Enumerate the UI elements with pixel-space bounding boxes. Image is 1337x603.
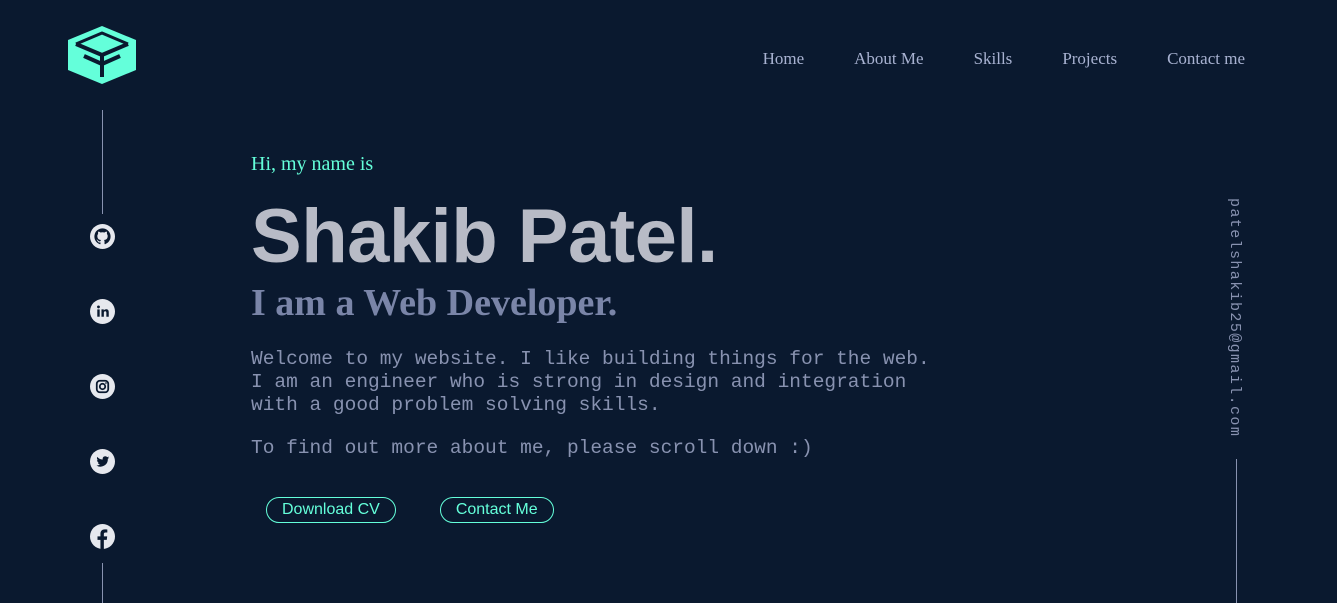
hero-greeting: Hi, my name is xyxy=(251,153,374,175)
nav-home[interactable]: Home xyxy=(763,48,805,70)
facebook-link[interactable] xyxy=(90,524,115,549)
main-nav: Home About Me Skills Projects Contact me xyxy=(763,48,1245,70)
github-link[interactable] xyxy=(90,224,115,249)
download-cv-button[interactable]: Download CV xyxy=(266,497,396,523)
hero-intro: Welcome to my website. I like building t… xyxy=(251,348,930,416)
hero-name: Shakib Patel. xyxy=(251,194,718,279)
instagram-icon xyxy=(90,374,115,399)
left-rail-bottom-line xyxy=(102,563,103,603)
instagram-link[interactable] xyxy=(90,374,115,399)
hero-buttons: Download CV Contact Me xyxy=(266,497,554,523)
hero-section: Hi, my name is Shakib Patel. I am a Web … xyxy=(251,150,930,460)
nav-projects[interactable]: Projects xyxy=(1062,48,1117,70)
linkedin-icon xyxy=(90,299,115,324)
email-link[interactable]: patelshakib25@gmail.com xyxy=(1226,198,1243,437)
twitter-link[interactable] xyxy=(90,449,115,474)
right-rail-line xyxy=(1236,459,1237,603)
twitter-icon xyxy=(90,449,115,474)
hero-subtitle: I am a Web Developer. xyxy=(251,282,618,324)
nav-contact-me[interactable]: Contact me xyxy=(1167,48,1245,70)
contact-me-button[interactable]: Contact Me xyxy=(439,497,554,523)
cube-logo-icon[interactable] xyxy=(66,25,138,85)
nav-skills[interactable]: Skills xyxy=(974,48,1013,70)
github-icon xyxy=(90,224,115,249)
facebook-icon xyxy=(90,524,115,549)
hero-scroll-note: To find out more about me, please scroll… xyxy=(251,437,813,459)
left-rail-top-line xyxy=(102,110,103,214)
nav-about-me[interactable]: About Me xyxy=(854,48,923,70)
linkedin-link[interactable] xyxy=(90,299,115,324)
